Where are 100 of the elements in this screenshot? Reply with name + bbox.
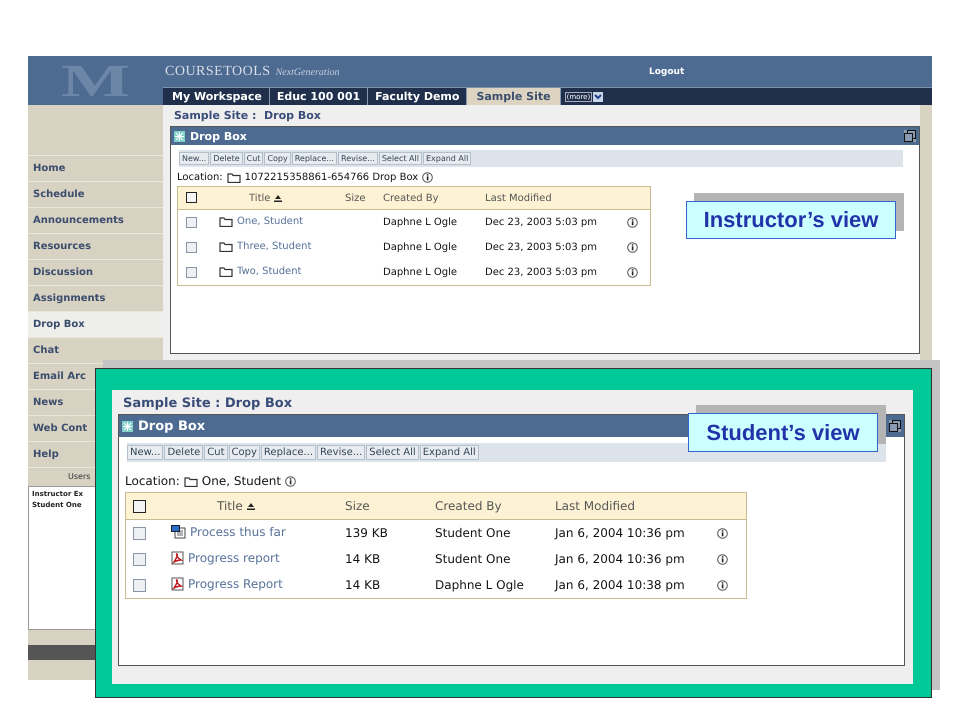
info-icon[interactable] [717,528,728,538]
sort-icon [246,502,255,510]
brand-tagline: NextGeneration [276,66,340,78]
file-link[interactable]: One, Student [237,216,304,226]
document-icon [171,524,186,538]
panel-title: Drop Box [138,418,206,434]
folder-icon [219,266,233,276]
table-header-cell [626,186,650,210]
modified-date: Jan 6, 2004 10:36 pm [555,526,685,540]
file-link[interactable]: Progress Report [188,576,283,590]
restore-icon[interactable] [889,420,901,432]
nav-item[interactable]: Chat [28,338,59,363]
site-tab[interactable]: Sample Site [467,88,561,105]
toolbar-button[interactable]: Delete [210,152,243,165]
author: Daphne L Ogle [383,217,458,228]
toolbar-button[interactable]: Select All [366,445,419,460]
nav-item[interactable]: Home [28,156,66,181]
toolbar-button[interactable]: Replace... [292,152,338,165]
modified-date: Jan 6, 2004 10:36 pm [555,552,685,566]
toolbar-button[interactable]: Select All [378,152,422,165]
info-icon[interactable] [627,217,638,228]
logout-link[interactable]: Logout [649,66,684,76]
table-header-cell [716,492,746,520]
column-header[interactable]: Size [344,492,434,520]
info-icon [285,476,296,486]
column-header[interactable]: Title [204,186,344,210]
nav-item[interactable]: Assignments [28,286,106,311]
file-link[interactable]: Process thus far [190,524,286,538]
toolbar-button[interactable]: Revise... [317,445,366,460]
author: Daphne L Ogle [435,578,524,592]
toolbar-button[interactable]: Copy [228,445,260,460]
file-link[interactable]: Progress report [188,550,280,564]
nav-item[interactable]: Announcements [28,208,124,233]
nav-item[interactable]: Schedule [28,182,85,207]
nav-item[interactable]: Email Arc [28,364,86,389]
footer-bar [28,645,95,660]
restore-icon[interactable] [904,130,916,142]
info-icon [422,172,434,183]
nav-item[interactable]: Help [28,442,59,467]
file-size: 14 KB [345,552,380,566]
users-heading: Users [68,471,90,483]
location-path: 1072215358861-654766 Drop Box [244,172,418,183]
nav-item[interactable]: News [28,390,64,415]
pdf-file-icon [171,550,184,564]
checkbox[interactable] [132,527,146,540]
toolbar-button[interactable]: Delete [164,445,204,460]
toolbar-button[interactable]: Expand All [422,152,472,165]
caret-icon [593,92,604,102]
pdf-file-icon [171,576,184,590]
modified-date: Jan 6, 2004 10:38 pm [555,578,685,592]
breadcrumb: Sample Site : Drop Box [122,396,294,413]
tool-icon [122,420,133,432]
location-path: One, Student [202,474,282,488]
info-icon[interactable] [717,554,728,564]
checkbox[interactable] [132,500,146,514]
toolbar-button[interactable]: Expand All [420,445,479,460]
toolbar-button[interactable]: Copy [264,152,291,165]
tool-icon [174,130,185,142]
checkbox[interactable] [132,579,146,592]
folder-icon [226,172,241,183]
author: Student One [435,552,510,566]
nav-item[interactable]: Discussion [28,260,94,285]
column-header[interactable]: Size [344,186,382,210]
modified-date: Dec 23, 2003 5:03 pm [485,217,597,228]
location-label: Location: [125,474,180,488]
info-icon[interactable] [627,242,638,253]
column-header[interactable]: Created By [434,492,554,520]
folder-icon [219,216,233,226]
modified-date: Dec 23, 2003 5:03 pm [485,267,597,278]
author: Daphne L Ogle [383,242,458,253]
file-size: 139 KB [345,526,388,540]
file-link[interactable]: Three, Student [237,240,312,252]
checkbox[interactable] [186,266,196,278]
panel-title: Drop Box [190,130,247,142]
author: Student One [435,526,510,540]
column-header[interactable]: Title [152,492,344,520]
nav-item[interactable]: Web Cont [28,416,88,441]
toolbar-button[interactable]: Replace... [260,445,316,460]
column-header[interactable]: Last Modified [484,186,626,210]
file-size: 14 KB [345,578,380,592]
info-icon[interactable] [717,580,728,590]
file-link[interactable]: Two, Student [237,266,302,276]
nav-item[interactable]: Drop Box [28,312,163,337]
checkbox[interactable] [186,242,196,253]
info-icon[interactable] [627,267,638,278]
author: Daphne L Ogle [383,267,458,278]
column-header[interactable]: Created By [382,186,484,210]
toolbar-button[interactable]: Cut [204,445,228,460]
column-header[interactable]: Last Modified [554,492,716,520]
toolbar-button[interactable]: Cut [244,152,264,165]
brand-name: COURSETOOLS [165,64,271,80]
breadcrumb: Sample Site : Drop Box [173,109,322,124]
checkbox[interactable] [132,553,146,566]
toolbar-button[interactable]: New... [127,445,164,460]
nav-item[interactable]: Resources [28,234,92,259]
toolbar-button[interactable]: New... [179,152,210,165]
checkbox[interactable] [186,216,196,228]
folder-icon [184,476,198,486]
checkbox[interactable] [186,192,196,204]
toolbar-button[interactable]: Revise... [338,152,378,165]
